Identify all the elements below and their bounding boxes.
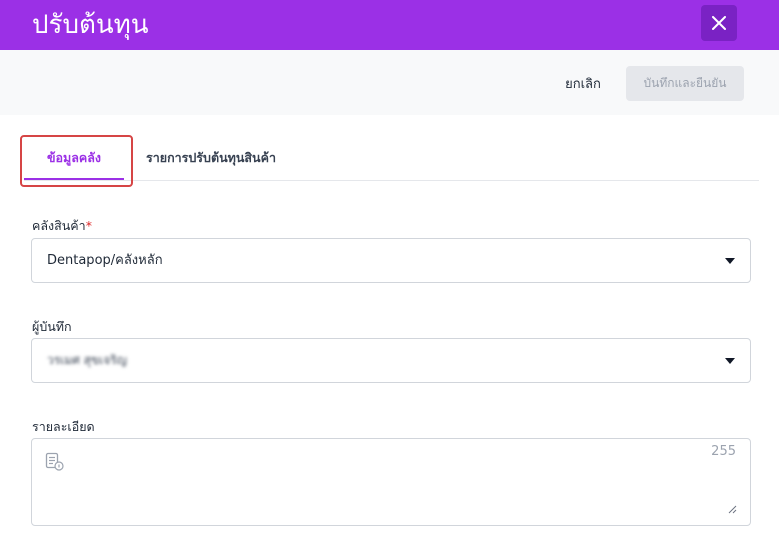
active-tab-underline <box>24 178 124 180</box>
modal-header: ปรับต้นทุน <box>0 0 779 50</box>
close-button[interactable] <box>701 5 737 41</box>
recorder-select[interactable]: วรเมศ สุขเจริญ <box>31 338 751 383</box>
tab-warehouse-info[interactable]: ข้อมูลคลัง <box>24 136 124 180</box>
note-icon <box>45 452 64 471</box>
recorder-select-value: วรเมศ สุขเจริญ <box>47 353 127 367</box>
recorder-label: ผู้บันทึก <box>32 319 72 334</box>
close-icon <box>712 16 726 30</box>
action-bar: ยกเลิก บันทึกและยืนยัน <box>0 50 779 115</box>
warehouse-label-text: คลังสินค้า <box>32 218 86 233</box>
caret-down-icon <box>725 358 735 364</box>
warehouse-select-value: Dentapop/คลังหลัก <box>47 253 163 268</box>
modal-title: ปรับต้นทุน <box>32 10 149 40</box>
details-label: รายละเอียด <box>32 419 95 434</box>
character-counter: 255 <box>711 444 736 459</box>
required-mark: * <box>85 218 92 233</box>
resize-handle-icon[interactable] <box>728 505 737 514</box>
warehouse-select[interactable]: Dentapop/คลังหลัก <box>31 238 751 283</box>
caret-down-icon <box>725 258 735 264</box>
save-and-confirm-button[interactable]: บันทึกและยืนยัน <box>626 66 744 101</box>
details-textarea[interactable]: 255 <box>31 438 751 526</box>
cancel-button[interactable]: ยกเลิก <box>553 66 613 100</box>
tab-cost-adjustment-items[interactable]: รายการปรับต้นทุนสินค้า <box>136 136 286 180</box>
tab-bar: ข้อมูลคลัง รายการปรับต้นทุนสินค้า <box>20 135 759 187</box>
warehouse-label: คลังสินค้า* <box>32 216 92 236</box>
